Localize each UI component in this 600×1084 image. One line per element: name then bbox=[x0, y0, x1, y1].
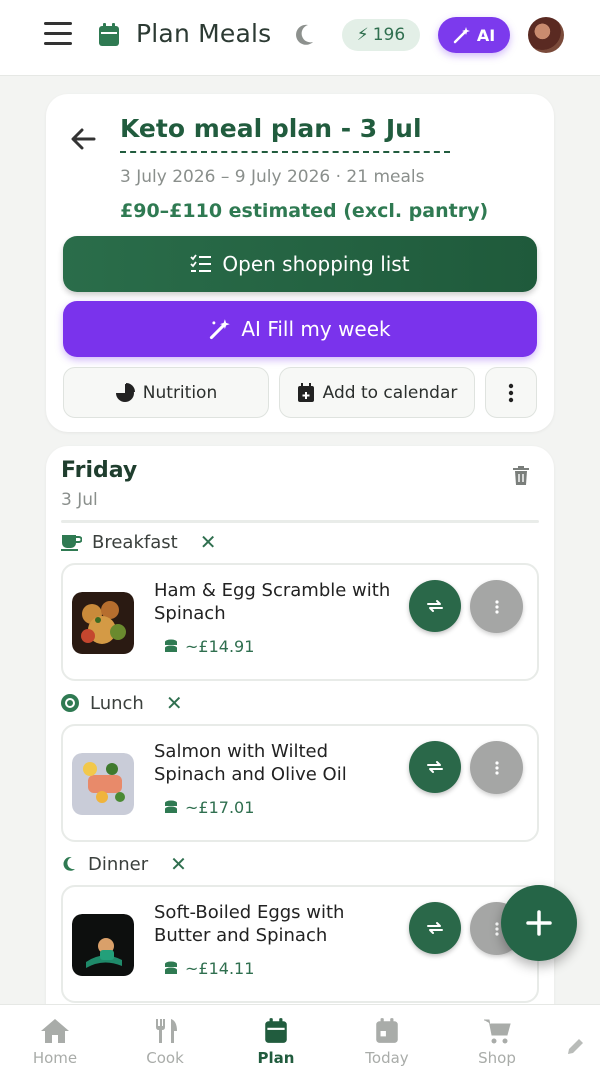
ai-button[interactable]: AI bbox=[438, 17, 510, 53]
meal-title[interactable]: Soft-Boiled Eggs with Butter and Spinach bbox=[154, 901, 404, 947]
page-title: Plan Meals bbox=[136, 19, 272, 48]
remove-slot-icon[interactable]: ✕ bbox=[200, 530, 217, 554]
cart-icon bbox=[484, 1019, 511, 1044]
day-date: 3 Jul bbox=[61, 490, 98, 510]
swap-meal-button[interactable] bbox=[409, 741, 461, 793]
plan-dates: 3 July 2026 – 9 July 2026 · 21 meals bbox=[120, 167, 425, 187]
add-button[interactable] bbox=[501, 885, 577, 961]
meal-card[interactable]: Salmon with Wilted Spinach and Olive Oil… bbox=[61, 724, 539, 842]
more-vertical-icon bbox=[508, 383, 514, 402]
plan-title[interactable]: Keto meal plan - 3 Jul bbox=[120, 114, 450, 153]
slot-header-lunch: Lunch ✕ bbox=[60, 691, 183, 715]
day-name: Friday bbox=[61, 458, 138, 483]
meal-card[interactable]: Ham & Egg Scramble with Spinach ~£14.91 bbox=[61, 563, 539, 681]
meal-photo bbox=[72, 914, 134, 976]
plan-cost-estimate: £90–£110 estimated (excl. pantry) bbox=[120, 200, 489, 222]
ai-fill-week-button[interactable]: AI Fill my week bbox=[63, 301, 537, 357]
nav-item-plan[interactable]: Plan bbox=[236, 1017, 316, 1067]
checklist-icon bbox=[190, 254, 212, 272]
plan-summary-card: Keto meal plan - 3 Jul 3 July 2026 – 9 J… bbox=[46, 94, 554, 432]
remove-slot-icon[interactable]: ✕ bbox=[170, 852, 187, 876]
more-vertical-icon bbox=[494, 760, 499, 775]
slot-header-breakfast: Breakfast ✕ bbox=[60, 530, 216, 554]
dark-mode-icon[interactable] bbox=[292, 22, 316, 48]
calendar-icon bbox=[265, 1018, 287, 1043]
coins-icon bbox=[165, 961, 177, 974]
swap-meal-button[interactable] bbox=[409, 902, 461, 954]
nav-item-today[interactable]: Today bbox=[347, 1017, 427, 1067]
meal-photo bbox=[72, 753, 134, 815]
pencil-icon[interactable] bbox=[565, 1037, 585, 1057]
menu-icon[interactable] bbox=[44, 22, 72, 48]
more-vertical-icon bbox=[494, 599, 499, 614]
sun-icon bbox=[61, 694, 79, 712]
slot-header-dinner: Dinner ✕ bbox=[60, 852, 187, 876]
moon-icon bbox=[63, 856, 76, 871]
more-options-button[interactable] bbox=[485, 367, 537, 418]
meal-price: ~£14.91 bbox=[163, 637, 254, 656]
day-card: Friday 3 Jul Breakfast ✕ Ham & Egg Scram… bbox=[46, 446, 554, 1026]
back-arrow-icon[interactable] bbox=[70, 128, 96, 150]
nav-item-shop[interactable]: Shop bbox=[457, 1017, 537, 1067]
magic-wand-icon bbox=[210, 319, 231, 340]
top-app-bar: Plan Meals ⚡ 196 AI bbox=[0, 0, 600, 76]
swap-icon bbox=[427, 761, 443, 773]
avatar[interactable] bbox=[528, 17, 564, 53]
meal-options-button[interactable] bbox=[470, 741, 523, 794]
coffee-cup-icon bbox=[61, 535, 82, 551]
meal-photo bbox=[72, 592, 134, 654]
credits-badge[interactable]: ⚡ 196 bbox=[342, 19, 420, 51]
meal-title[interactable]: Ham & Egg Scramble with Spinach bbox=[154, 579, 404, 625]
open-shopping-list-button[interactable]: Open shopping list bbox=[63, 236, 537, 292]
meal-title[interactable]: Salmon with Wilted Spinach and Olive Oil bbox=[154, 740, 404, 786]
cutlery-icon bbox=[156, 1019, 177, 1043]
swap-icon bbox=[427, 922, 443, 934]
calendar-today-icon bbox=[376, 1018, 398, 1043]
pie-chart-icon bbox=[115, 382, 135, 402]
home-icon bbox=[41, 1019, 69, 1043]
divider bbox=[61, 520, 539, 523]
swap-icon bbox=[427, 600, 443, 612]
meal-price: ~£14.11 bbox=[163, 959, 254, 978]
coins-icon bbox=[165, 800, 177, 813]
trash-icon[interactable] bbox=[512, 466, 530, 486]
nutrition-button[interactable]: Nutrition bbox=[63, 367, 269, 418]
bottom-navigation: Home Cook Plan Today Shop bbox=[0, 1004, 600, 1084]
swap-meal-button[interactable] bbox=[409, 580, 461, 632]
plus-icon bbox=[526, 910, 552, 936]
bolt-icon: ⚡ bbox=[356, 25, 369, 45]
meal-options-button[interactable] bbox=[470, 580, 523, 633]
remove-slot-icon[interactable]: ✕ bbox=[166, 691, 183, 715]
more-vertical-icon bbox=[494, 921, 499, 936]
magic-wand-icon bbox=[453, 27, 470, 44]
calendar-add-icon bbox=[297, 382, 314, 402]
nav-item-cook[interactable]: Cook bbox=[125, 1017, 205, 1067]
nav-item-home[interactable]: Home bbox=[15, 1017, 95, 1067]
coins-icon bbox=[165, 639, 177, 652]
add-to-calendar-button[interactable]: Add to calendar bbox=[279, 367, 475, 418]
meal-price: ~£17.01 bbox=[163, 798, 254, 817]
meal-card[interactable]: Soft-Boiled Eggs with Butter and Spinach… bbox=[61, 885, 539, 1003]
calendar-icon bbox=[99, 23, 119, 46]
